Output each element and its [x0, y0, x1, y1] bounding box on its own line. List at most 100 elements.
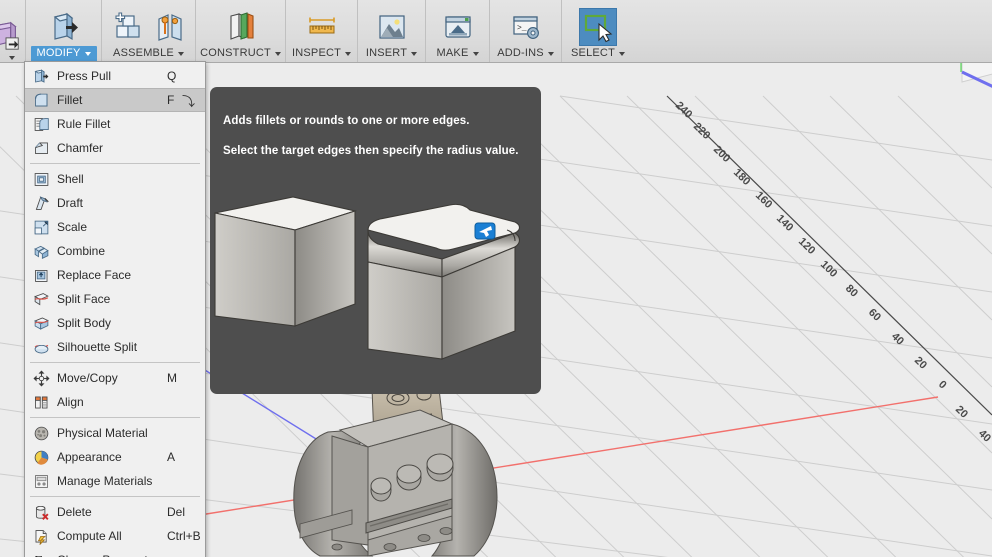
- menu-item-shortcut: A: [167, 450, 176, 464]
- tooltip-illustration: [210, 183, 541, 394]
- toolbar-group-modify[interactable]: MODIFY: [26, 0, 102, 62]
- chamfer-icon: [31, 139, 51, 157]
- menu-item-appearance[interactable]: Appearance A: [25, 445, 205, 469]
- menu-item-label: Align: [57, 395, 84, 409]
- menu-item-label: Scale: [57, 220, 88, 234]
- menu-item-manage-materials[interactable]: Manage Materials: [25, 469, 205, 493]
- combine-icon: [31, 242, 51, 260]
- menu-item-label: Split Face: [57, 292, 111, 306]
- menu-item-split-face[interactable]: Split Face: [25, 287, 205, 311]
- joint-icon[interactable]: [150, 8, 190, 46]
- menu-separator: [30, 496, 200, 497]
- menu-item-draft[interactable]: Draft: [25, 191, 205, 215]
- menu-item-label: Delete: [57, 505, 92, 519]
- menu-item-label: Appearance: [57, 450, 122, 464]
- toolbar-label-construct[interactable]: CONSTRUCT: [194, 46, 287, 62]
- rule-fillet-icon: [31, 115, 51, 133]
- physical-material-icon: [31, 424, 51, 442]
- blue-arrow-cursor: [474, 222, 496, 240]
- menu-item-scale[interactable]: Scale: [25, 215, 205, 239]
- compute-all-icon: [31, 527, 51, 545]
- press-pull-icon[interactable]: [44, 8, 84, 46]
- menu-item-split-body[interactable]: Split Body: [25, 311, 205, 335]
- menu-separator: [30, 362, 200, 363]
- menu-item-label: Replace Face: [57, 268, 132, 282]
- toolbar-group-make[interactable]: MAKE: [426, 0, 490, 62]
- toolbar-group-assemble[interactable]: ASSEMBLE: [102, 0, 196, 62]
- new-component-icon[interactable]: [108, 8, 148, 46]
- toolbar-label-make[interactable]: MAKE: [431, 46, 485, 62]
- create-extrude-icon[interactable]: [0, 17, 22, 55]
- menu-item-replace-face[interactable]: Replace Face: [25, 263, 205, 287]
- toolbar-label-inspect[interactable]: INSPECT: [286, 46, 357, 62]
- menu-item-align[interactable]: Align: [25, 390, 205, 414]
- fillet-tooltip: Adds fillets or rounds to one or more ed…: [210, 87, 541, 394]
- toolbar-label-create[interactable]: CREATE: [5, 55, 21, 62]
- toolbar-group-create[interactable]: CREATE: [0, 0, 26, 62]
- fusion-360-window: 240 220 200 180 160 140 120 100 80 60 40…: [0, 0, 992, 557]
- tooltip-body: Select the target edges then specify the…: [223, 145, 519, 157]
- toolbar-group-select[interactable]: SELECT: [562, 0, 634, 62]
- menu-item-label: Move/Copy: [57, 371, 118, 385]
- toolbar-label-assemble[interactable]: ASSEMBLE: [107, 46, 190, 62]
- menu-item-label: Draft: [57, 196, 84, 210]
- menu-item-label: Change Parameters: [57, 553, 164, 557]
- menu-item-delete[interactable]: Delete Del: [25, 500, 205, 524]
- menu-item-physical-material[interactable]: Physical Material: [25, 421, 205, 445]
- menu-item-label: Fillet: [57, 93, 83, 107]
- toolbar-label-insert-text: INSERT: [365, 47, 408, 59]
- svg-text:Σ: Σ: [34, 553, 42, 557]
- toolbar-group-construct[interactable]: CONSTRUCT: [196, 0, 286, 62]
- 3d-print-icon[interactable]: [438, 8, 478, 46]
- toolbar-label-inspect-text: INSPECT: [291, 47, 342, 59]
- menu-item-shell[interactable]: Shell: [25, 167, 205, 191]
- manage-materials-icon: [31, 472, 51, 490]
- split-face-icon: [31, 290, 51, 308]
- fillet-icon: [31, 91, 51, 109]
- menu-item-compute-all[interactable]: Compute All Ctrl+B: [25, 524, 205, 548]
- menu-item-silhouette-split[interactable]: Silhouette Split: [25, 335, 205, 359]
- menu-item-press-pull[interactable]: Press Pull Q: [25, 64, 205, 88]
- replace-face-icon: [31, 266, 51, 284]
- menu-separator: [30, 163, 200, 164]
- measure-icon[interactable]: [302, 8, 342, 46]
- menu-item-shortcut: Q: [167, 69, 177, 83]
- menu-item-fillet[interactable]: Fillet F ⤵: [25, 88, 205, 112]
- menu-item-label: Shell: [57, 172, 84, 186]
- submenu-arrow-icon: ⤵: [181, 93, 195, 109]
- insert-image-icon[interactable]: [372, 8, 412, 46]
- offset-plane-icon[interactable]: [221, 8, 261, 46]
- chevron-down-icon: [547, 51, 554, 56]
- main-toolbar[interactable]: CREATE MODIFY: [0, 0, 992, 63]
- chevron-down-icon: [177, 51, 184, 56]
- menu-item-label: Press Pull: [57, 69, 112, 83]
- press-pull-icon: [31, 67, 51, 85]
- toolbar-label-insert[interactable]: INSERT: [360, 46, 423, 62]
- chevron-down-icon: [274, 51, 281, 56]
- shell-icon: [31, 170, 51, 188]
- toolbar-label-addins[interactable]: ADD-INS: [491, 46, 560, 62]
- chevron-down-icon: [472, 51, 479, 56]
- menu-item-label: Rule Fillet: [57, 117, 111, 131]
- chevron-down-icon: [411, 51, 418, 56]
- menu-item-combine[interactable]: Combine: [25, 239, 205, 263]
- toolbar-group-addins[interactable]: >_ ADD-INS: [490, 0, 562, 62]
- toolbar-label-modify[interactable]: MODIFY: [30, 46, 97, 62]
- toolbar-label-select-text: SELECT: [571, 47, 615, 59]
- silhouette-split-icon: [31, 338, 51, 356]
- menu-item-chamfer[interactable]: Chamfer: [25, 136, 205, 160]
- menu-item-move-copy[interactable]: Move/Copy M: [25, 366, 205, 390]
- select-cursor-icon[interactable]: [579, 8, 617, 46]
- scripts-addins-icon[interactable]: >_: [506, 8, 546, 46]
- align-icon: [31, 393, 51, 411]
- draft-icon: [31, 194, 51, 212]
- modify-dropdown-menu[interactable]: Press Pull Q Fillet F ⤵ Rule Fillet Chamfer She…: [24, 61, 206, 557]
- menu-item-label: Silhouette Split: [57, 340, 138, 354]
- menu-item-rule-fillet[interactable]: Rule Fillet: [25, 112, 205, 136]
- toolbar-group-inspect[interactable]: INSPECT: [286, 0, 358, 62]
- chevron-down-icon: [345, 51, 352, 56]
- toolbar-group-insert[interactable]: INSERT: [358, 0, 426, 62]
- tooltip-title: Adds fillets or rounds to one or more ed…: [223, 115, 470, 127]
- toolbar-label-select[interactable]: SELECT: [565, 46, 631, 62]
- menu-item-change-parameters[interactable]: Σ Change Parameters: [25, 548, 205, 557]
